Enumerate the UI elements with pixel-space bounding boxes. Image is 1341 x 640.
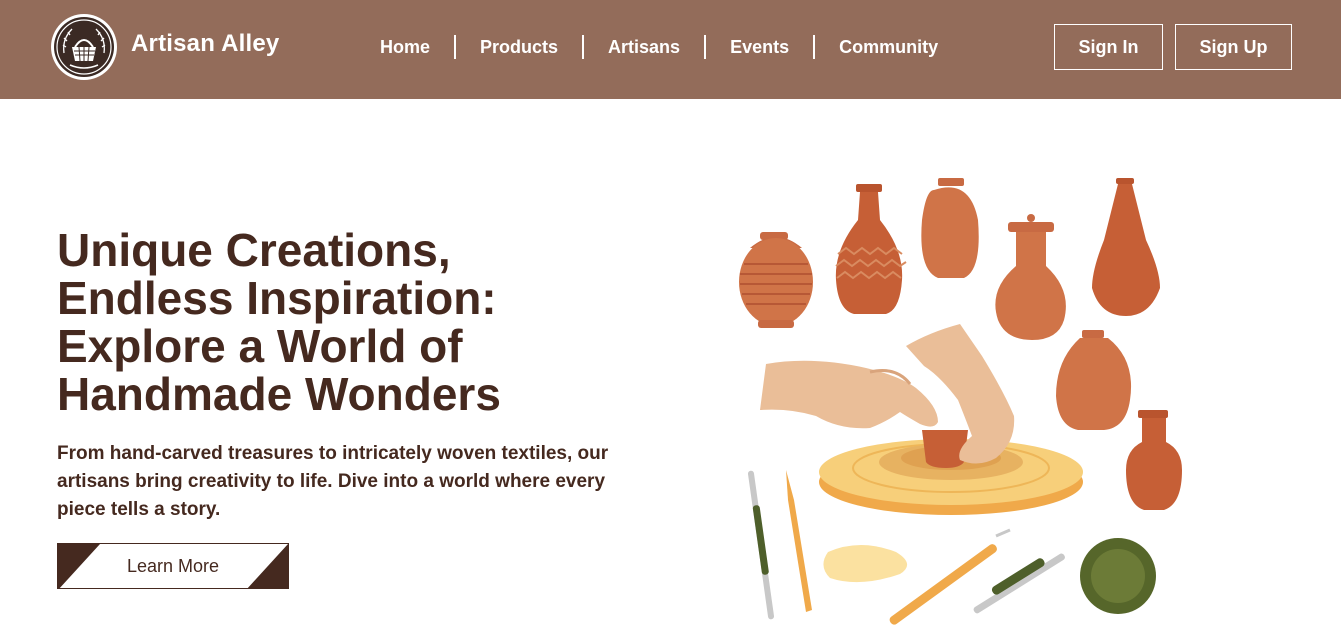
- oval-vase-icon: [921, 178, 979, 278]
- nav-link-home[interactable]: Home: [356, 34, 454, 60]
- nav-link-events[interactable]: Events: [706, 34, 813, 60]
- main-nav: Home Products Artisans Events Community: [356, 34, 962, 60]
- nav-link-artisans[interactable]: Artisans: [584, 34, 704, 60]
- squat-bottle-icon: [1056, 330, 1132, 430]
- sign-up-button[interactable]: Sign Up: [1175, 24, 1292, 70]
- hero-title: Unique Creations, Endless Inspiration: E…: [57, 224, 501, 420]
- hero-description: From hand-carved treasures to intricatel…: [57, 443, 609, 520]
- logo-emblem-icon[interactable]: [50, 13, 118, 81]
- conical-bottle-icon: [1092, 178, 1160, 316]
- left-hand-icon: [760, 360, 938, 429]
- zigzag-vase-icon: [835, 184, 907, 314]
- site-header: Artisan Alley Home Products Artisans Eve…: [0, 0, 1341, 99]
- learn-more-label: Learn More: [126, 555, 220, 576]
- pottery-wheel-illustration: [720, 160, 1200, 630]
- small-vase-icon: [1126, 410, 1182, 510]
- lidded-jar-icon: [739, 232, 813, 328]
- brand-name[interactable]: Artisan Alley: [131, 30, 279, 58]
- nav-link-products[interactable]: Products: [456, 34, 582, 60]
- learn-more-button[interactable]: Learn More: [57, 543, 289, 589]
- sign-in-button[interactable]: Sign In: [1054, 24, 1163, 70]
- urn-icon: [995, 214, 1066, 340]
- nav-link-community[interactable]: Community: [815, 34, 962, 60]
